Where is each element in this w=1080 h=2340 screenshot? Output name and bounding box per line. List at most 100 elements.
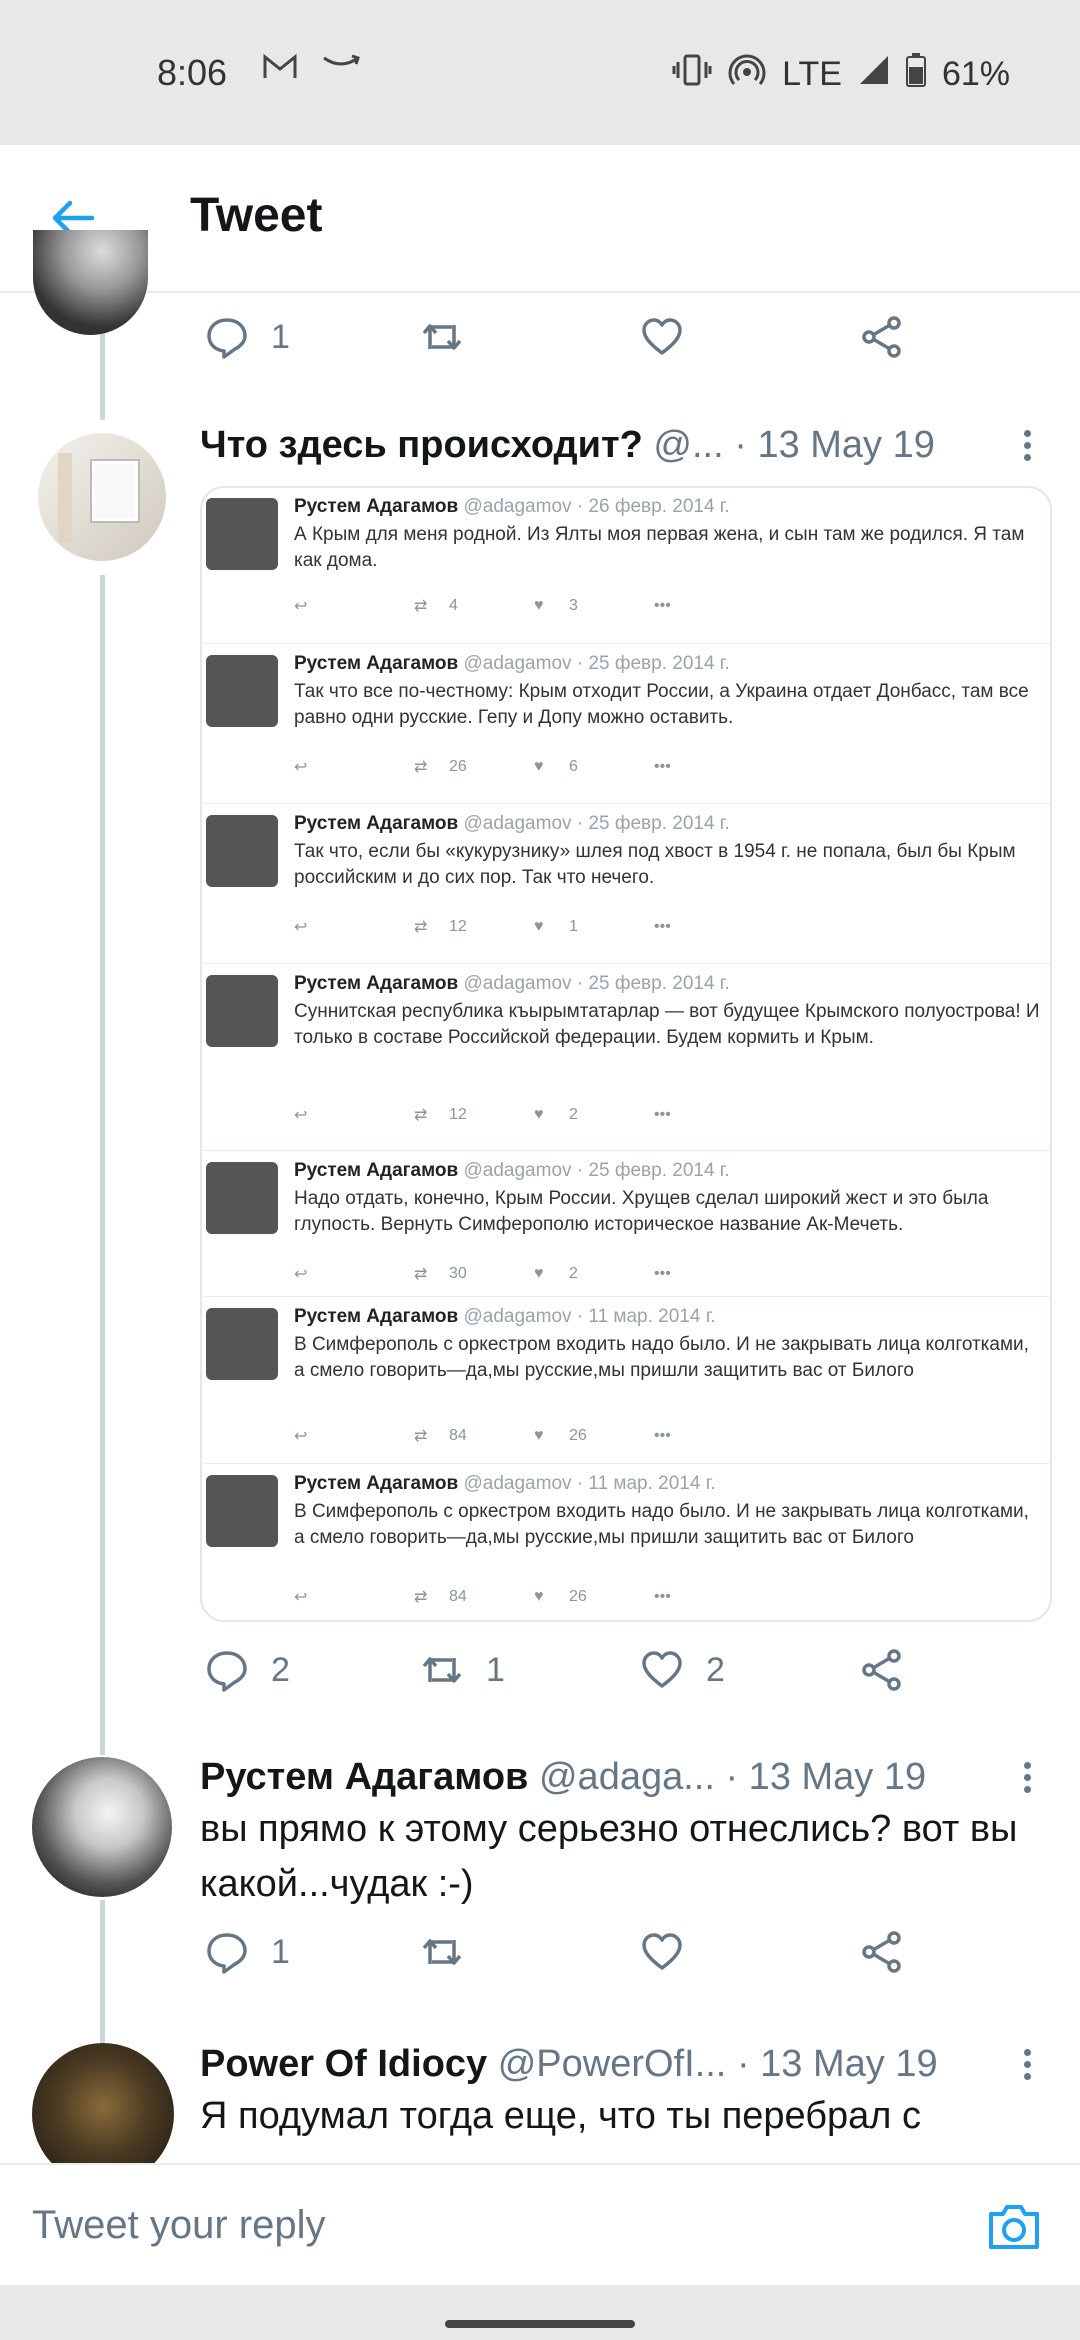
hotspot-icon — [728, 52, 766, 97]
like-button[interactable]: 2 — [640, 1648, 725, 1692]
embedded-name: Рустем Адагамов — [294, 496, 459, 517]
embedded-like-count: 26 — [569, 1427, 587, 1444]
embedded-tweet: Рустем Адагамов @adagamov · 11 мар. 2014… — [202, 1298, 1050, 1464]
home-gesture-handle[interactable] — [445, 2320, 635, 2328]
like-button[interactable] — [640, 315, 706, 359]
embedded-handle: @adagamov — [463, 1473, 572, 1494]
embedded-date: · 25 февр. 2014 г. — [576, 813, 730, 834]
embedded-name: Рустем Адагамов — [294, 1160, 459, 1181]
retweet-button[interactable] — [420, 1930, 486, 1974]
embedded-name: Рустем Адагамов — [294, 1306, 459, 1327]
embedded-name: Рустем Адагамов — [294, 653, 459, 674]
embedded-retweet-count: 4 — [449, 597, 458, 614]
thread-line — [100, 575, 105, 1755]
embedded-date: · 25 февр. 2014 г. — [576, 1160, 730, 1181]
embedded-text: В Симферополь с оркестром входить надо б… — [294, 1334, 1029, 1381]
share-icon — [862, 1931, 901, 1973]
gmail-icon — [262, 52, 298, 91]
battery-percent: 61% — [941, 55, 1010, 93]
embedded-avatar — [206, 655, 278, 727]
reply-count: 1 — [271, 317, 290, 356]
share-button[interactable] — [860, 315, 904, 359]
speech-bubble-icon — [207, 318, 247, 359]
avatar[interactable] — [32, 1757, 172, 1897]
heart-icon — [642, 1933, 682, 1970]
embedded-date: · 25 февр. 2014 г. — [576, 973, 730, 994]
embedded-retweet-count: 84 — [449, 1588, 467, 1605]
tweet-text: вы прямо к этому серьезно отнеслись? вот… — [200, 1808, 1018, 1905]
tweet-date: · 13 May 19 — [734, 424, 935, 466]
embedded-retweet-count: 12 — [449, 1106, 467, 1123]
share-button[interactable] — [860, 1648, 904, 1692]
embedded-avatar — [206, 1308, 278, 1380]
thread-line — [100, 1900, 105, 2050]
speech-bubble-icon — [207, 1651, 247, 1692]
camera-icon[interactable] — [985, 2198, 1043, 2256]
retweet-button[interactable]: 1 — [420, 1648, 505, 1692]
share-icon — [862, 316, 901, 358]
tweet-author-handle[interactable]: @... — [653, 424, 723, 466]
system-nav-bar — [0, 2285, 1080, 2340]
embedded-tweet: Рустем Адагамов @adagamov · 25 февр. 201… — [202, 1152, 1050, 1297]
embedded-name: Рустем Адагамов — [294, 813, 459, 834]
tweet-author-name[interactable]: Рустем Адагамов — [200, 1756, 528, 1798]
retweet-button[interactable] — [420, 315, 486, 359]
tweet-author-handle[interactable]: @PowerOfI... — [498, 2043, 727, 2085]
share-button[interactable] — [860, 1930, 904, 1974]
embedded-name: Рустем Адагамов — [294, 1473, 459, 1494]
battery-icon — [905, 53, 926, 96]
tweet-author-name[interactable]: Power Of Idiocy — [200, 2043, 487, 2085]
status-time: 8:06 — [157, 52, 228, 93]
embedded-like-count: 1 — [569, 918, 578, 935]
thread-line — [100, 330, 105, 420]
embedded-handle: @adagamov — [463, 1306, 572, 1327]
vertical-dots-icon[interactable] — [1020, 2044, 1034, 2085]
embedded-text: Надо отдать, конечно, Крым России. Хруще… — [294, 1188, 989, 1235]
embedded-like-count: 26 — [569, 1588, 587, 1605]
embedded-like-count: 2 — [569, 1106, 578, 1123]
embedded-tweet: Рустем Адагамов @adagamov · 25 февр. 201… — [202, 645, 1050, 804]
reply-button[interactable]: 1 — [205, 315, 290, 359]
tweet-actions: 1 — [205, 315, 1005, 375]
retweet-icon — [422, 324, 462, 350]
speech-bubble-icon — [207, 1933, 247, 1974]
retweet-icon — [422, 1939, 462, 1965]
tweet-author-name[interactable]: Что здесь происходит? — [200, 424, 643, 466]
embedded-avatar — [206, 1162, 278, 1234]
embedded-text: Суннитская республика къырымтатарлар — в… — [294, 1001, 1040, 1048]
avatar[interactable] — [38, 433, 166, 561]
share-icon — [862, 1649, 901, 1691]
embedded-avatar — [206, 1475, 278, 1547]
avatar[interactable] — [33, 230, 148, 335]
reply-button[interactable]: 2 — [205, 1648, 290, 1692]
embedded-date: · 26 февр. 2014 г. — [576, 496, 730, 517]
app-bar: Tweet — [0, 145, 1080, 293]
embedded-like-count: 3 — [569, 597, 578, 614]
heart-icon — [642, 1651, 682, 1688]
embedded-text: Так что все по-честному: Крым отходит Ро… — [294, 681, 1029, 728]
vertical-dots-icon[interactable] — [1020, 1757, 1034, 1798]
signal-icon — [858, 54, 890, 95]
like-count: 2 — [706, 1650, 725, 1689]
embedded-tweet: Рустем Адагамов @adagamov · 26 февр. 201… — [202, 488, 1050, 644]
page-title: Tweet — [190, 189, 323, 242]
embedded-handle: @adagamov — [463, 653, 572, 674]
embedded-image[interactable]: Рустем Адагамов @adagamov · 26 февр. 201… — [200, 486, 1052, 1622]
embedded-date: · 25 февр. 2014 г. — [576, 653, 730, 674]
vertical-dots-icon[interactable] — [1020, 425, 1034, 466]
tweet-actions: 2 1 2 — [205, 1648, 1005, 1708]
retweet-count: 1 — [486, 1650, 505, 1689]
embedded-handle: @adagamov — [463, 1160, 572, 1181]
reply-composer: Tweet your reply — [0, 2163, 1080, 2287]
reply-count: 2 — [271, 1650, 290, 1689]
retweet-icon — [422, 1657, 462, 1683]
tweet-author-handle[interactable]: @adaga... — [539, 1756, 715, 1798]
embedded-text: В Симферополь с оркестром входить надо б… — [294, 1501, 1029, 1548]
amazon-icon — [320, 46, 362, 85]
embedded-avatar — [206, 815, 278, 887]
like-button[interactable] — [640, 1930, 706, 1974]
reply-input[interactable]: Tweet your reply — [32, 2203, 325, 2248]
tweet-actions: 1 — [205, 1930, 1005, 1990]
reply-button[interactable]: 1 — [205, 1930, 290, 1974]
embedded-tweet: Рустем Адагамов @adagamov · 25 февр. 201… — [202, 965, 1050, 1151]
